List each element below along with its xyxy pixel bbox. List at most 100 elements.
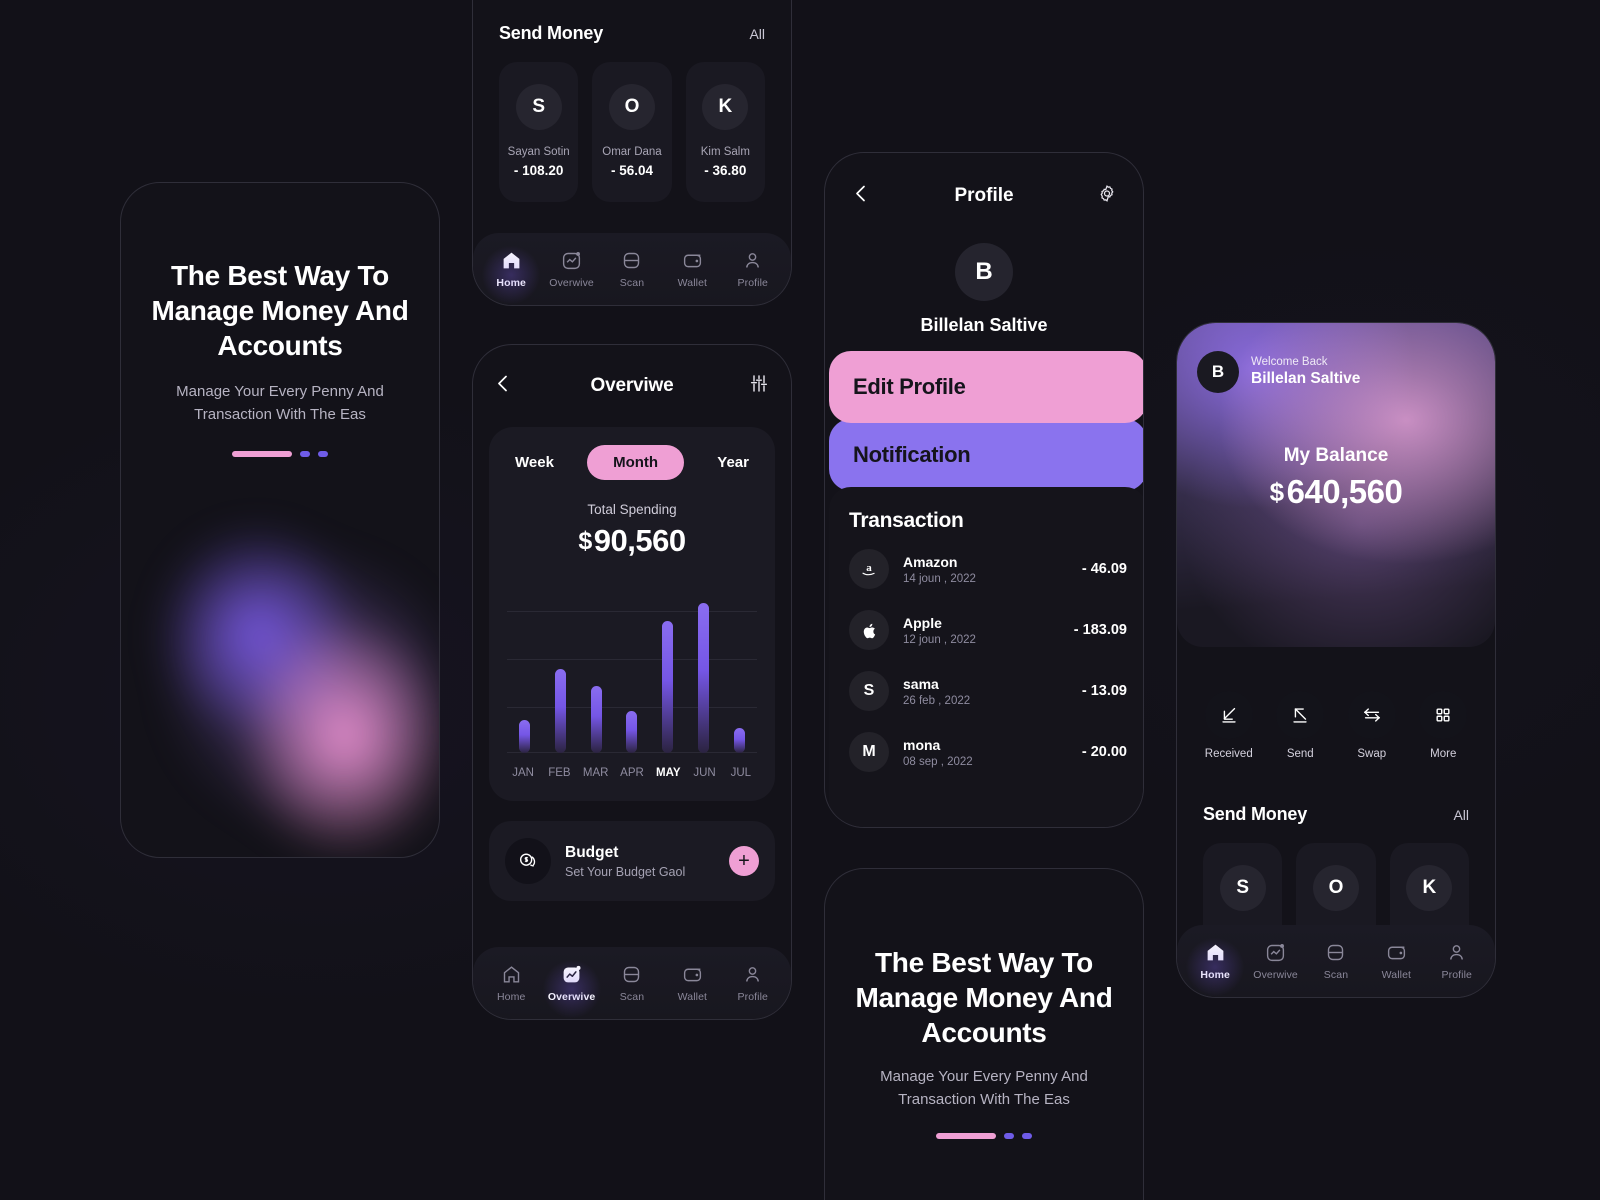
person-icon <box>1450 944 1464 960</box>
home-icon <box>503 252 520 268</box>
action-swap[interactable]: Swap <box>1347 691 1396 760</box>
send-money-screen: Send Money All S Sayan Sotin - 108.20 O … <box>473 0 791 305</box>
avatar: K <box>1406 865 1453 911</box>
action-received[interactable]: Received <box>1204 691 1253 760</box>
menu-item-notification[interactable]: Notification <box>829 419 1143 491</box>
page-dot-3[interactable] <box>1022 1133 1032 1139</box>
gradient-orb <box>121 453 439 857</box>
tab-year[interactable]: Year <box>713 445 753 480</box>
nav-item-profile[interactable]: Profile <box>1429 942 1485 981</box>
table-row[interactable]: Apple 12 joun , 2022 - 183.09 <box>849 610 1127 650</box>
transaction-name: Amazon <box>903 553 958 570</box>
action-label: Received <box>1204 748 1253 760</box>
send-money-all-link[interactable]: All <box>1453 807 1469 823</box>
filter-button[interactable] <box>749 374 769 399</box>
chart-bar[interactable] <box>590 685 602 753</box>
quick-actions: Received Send Swap More <box>1177 647 1495 760</box>
contact-name: Omar Dana <box>602 146 662 158</box>
list-item[interactable]: S Sayan Sotin - 108.20 <box>499 62 579 202</box>
person-icon <box>746 252 760 268</box>
wallet-icon <box>1387 946 1405 959</box>
welcome-text: Welcome Back Billelan Saltive <box>1251 356 1360 388</box>
chart-bar[interactable] <box>519 720 531 753</box>
list-item[interactable]: K Kim Salm - 36.80 <box>685 62 765 202</box>
transaction-date: 12 joun , 2022 <box>903 633 976 646</box>
chart-bar[interactable] <box>662 621 674 753</box>
chart-bar[interactable] <box>733 727 745 753</box>
gear-icon <box>1100 185 1114 202</box>
transaction-title: Transaction <box>849 509 964 532</box>
chart-x-label: APR <box>620 767 644 779</box>
onboarding-screen-2-frame: The Best Way To Manage Money And Account… <box>824 868 1144 1200</box>
nav-item-scan[interactable]: Scan <box>604 964 660 1003</box>
transaction-name: Apple <box>903 614 942 631</box>
add-budget-button[interactable]: + <box>729 846 759 876</box>
page-dot-active[interactable] <box>232 451 292 457</box>
budget-title: Budget <box>565 843 619 861</box>
page-dot-3[interactable] <box>318 451 328 457</box>
nav-label: Profile <box>737 276 768 289</box>
nav-label: Profile <box>737 990 768 1003</box>
back-button[interactable] <box>853 182 869 211</box>
apple-icon <box>849 610 889 650</box>
tab-month[interactable]: Month <box>587 445 685 480</box>
coins-icon-wrap <box>505 838 551 884</box>
action-more[interactable]: More <box>1419 691 1468 760</box>
spending-amount: $90,560 <box>489 523 775 559</box>
wallet-icon <box>683 254 701 267</box>
send-money-all-link[interactable]: All <box>749 26 765 42</box>
chart-bar[interactable] <box>697 603 709 753</box>
tab-week[interactable]: Week <box>511 445 558 480</box>
nav-item-profile[interactable]: Profile <box>725 250 781 289</box>
action-send[interactable]: Send <box>1276 691 1325 760</box>
chart-bars <box>507 581 757 753</box>
table-row[interactable]: a Amazon 14 joun , 2022 - 46.09 <box>849 549 1127 589</box>
page-dot-2[interactable] <box>300 451 310 457</box>
nav-item-scan[interactable]: Scan <box>604 250 660 289</box>
list-item[interactable]: O Omar Dana - 56.04 <box>592 62 672 202</box>
nav-item-wallet[interactable]: Wallet <box>664 964 720 1003</box>
transaction-text: mona 08 sep , 2022 <box>903 737 973 768</box>
budget-card[interactable]: Budget Set Your Budget Gaol + <box>489 821 775 901</box>
chart-bar[interactable] <box>626 711 638 753</box>
transaction-name: sama <box>903 675 939 692</box>
onboarding-screen-2: The Best Way To Manage Money And Account… <box>825 869 1143 1200</box>
bottom-navigation: Home Overwive Scan Wallet Profile <box>1177 925 1495 997</box>
transaction-text: Amazon 14 joun , 2022 <box>903 554 976 585</box>
menu-item-edit-profile[interactable]: Edit Profile <box>829 351 1143 423</box>
nav-item-overwive[interactable]: Overwive <box>544 250 600 289</box>
contact-list: S Sayan Sotin - 108.20 O Omar Dana - 56.… <box>499 62 765 202</box>
page-indicator[interactable] <box>121 451 439 457</box>
action-icon-wrap <box>1419 691 1468 739</box>
nav-item-overwive[interactable]: Overwive <box>544 964 600 1003</box>
nav-item-overwive[interactable]: Overwive <box>1248 942 1304 981</box>
chart-bar[interactable] <box>555 669 567 753</box>
chart-x-label: MAR <box>582 767 609 779</box>
back-button[interactable] <box>495 372 511 401</box>
nav-item-wallet[interactable]: Wallet <box>1368 942 1424 981</box>
spending-label: Total Spending <box>587 502 677 517</box>
nav-item-home[interactable]: Home <box>1187 942 1243 981</box>
contact-amount: - 108.20 <box>513 163 564 178</box>
nav-item-home[interactable]: Home <box>483 964 539 1003</box>
overview-header: Overviwe <box>473 345 791 427</box>
page-dot-2[interactable] <box>1004 1133 1014 1139</box>
nav-item-scan[interactable]: Scan <box>1308 942 1364 981</box>
nav-label: Wallet <box>677 990 708 1003</box>
transaction-amount: - 46.09 <box>1081 561 1127 577</box>
transaction-amount: - 183.09 <box>1073 622 1127 638</box>
scan-icon <box>624 252 640 268</box>
nav-item-profile[interactable]: Profile <box>725 964 781 1003</box>
table-row[interactable]: S sama 26 feb , 2022 - 13.09 <box>849 671 1127 711</box>
overview-screen-frame: Overviwe Week Month Year Total Spending <box>472 344 792 1020</box>
welcome-label: Welcome Back <box>1251 356 1328 368</box>
chevron-left-icon <box>856 185 865 202</box>
page-dot-active[interactable] <box>936 1133 996 1139</box>
profile-screen-frame: Profile B Billelan Saltive Edit Profile … <box>824 152 1144 828</box>
nav-item-wallet[interactable]: Wallet <box>664 250 720 289</box>
nav-item-home[interactable]: Home <box>483 250 539 289</box>
nav-label: Home <box>496 990 526 1003</box>
page-indicator[interactable] <box>825 1133 1143 1139</box>
table-row[interactable]: M mona 08 sep , 2022 - 20.00 <box>849 732 1127 772</box>
settings-button[interactable] <box>1097 184 1117 209</box>
